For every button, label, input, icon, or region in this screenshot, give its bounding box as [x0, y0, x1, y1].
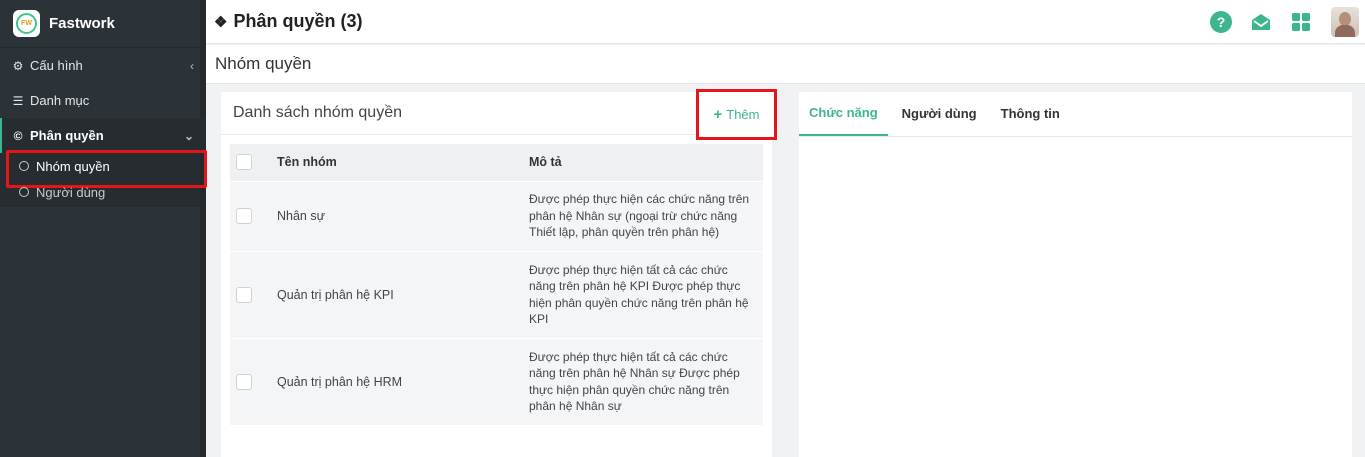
- four-diamonds-icon: ❖: [214, 13, 228, 31]
- group-description: Được phép thực hiện tất cả các chức năng…: [529, 337, 763, 425]
- row-checkbox[interactable]: [236, 286, 252, 303]
- brand[interactable]: FW Fastwork: [0, 0, 206, 48]
- group-list-title: Danh sách nhóm quyền: [233, 104, 402, 121]
- sidebar-subitem-label: Người dùng: [36, 184, 106, 200]
- sidebar-item-danh-muc[interactable]: ☰ Danh mục: [0, 83, 206, 118]
- sidebar-item-label: Danh mục: [30, 93, 90, 108]
- table-row[interactable]: Nhân sự Được phép thực hiện các chức năn…: [230, 180, 763, 251]
- fastwork-logo-icon: FW: [13, 10, 40, 37]
- sidebar-subitem-nhom-quyen[interactable]: Nhóm quyền: [0, 150, 207, 188]
- envelope-open-icon[interactable]: [1250, 11, 1272, 33]
- help-glyph: ?: [1216, 14, 1226, 30]
- row-checkbox-cell: [230, 180, 277, 251]
- sidebar-item-label: Phân quyền: [30, 128, 104, 143]
- tab-chuc-nang[interactable]: Chức năng: [799, 91, 888, 136]
- sidebar-item-phan-quyen[interactable]: © Phân quyền ⌄: [0, 118, 206, 153]
- section-title: Nhóm quyền: [206, 45, 1365, 84]
- copyright-icon: ©: [13, 128, 23, 143]
- circle-icon: [19, 161, 29, 171]
- group-list-panel: Danh sách nhóm quyền + Thêm Tên nhóm Mô …: [221, 89, 777, 457]
- page-title: ❖ Phân quyền (3): [206, 11, 362, 32]
- avatar-body: [1335, 25, 1355, 37]
- list-icon: ☰: [12, 93, 24, 108]
- apps-grid-icon[interactable]: [1290, 11, 1312, 33]
- avatar[interactable]: [1331, 7, 1359, 37]
- sidebar-submenu: Nhóm quyền Người dùng: [0, 150, 207, 207]
- gear-icon: ⚙: [12, 58, 24, 73]
- group-table: Tên nhóm Mô tả Nhân sự Được phép thực hi…: [230, 144, 763, 425]
- detail-tabs: Chức năng Người dùng Thông tin: [799, 92, 1352, 137]
- row-checkbox[interactable]: [236, 373, 252, 390]
- sidebar-item-cau-hinh[interactable]: ⚙ Cấu hình ‹: [0, 48, 206, 83]
- group-name: Quản trị phân hệ HRM: [277, 337, 529, 425]
- group-detail-panel: Chức năng Người dùng Thông tin: [799, 92, 1352, 457]
- chevron-left-icon: ‹: [190, 58, 194, 73]
- group-name: Quản trị phân hệ KPI: [277, 250, 529, 338]
- select-all-checkbox[interactable]: [236, 154, 252, 171]
- sidebar: FW Fastwork ⚙ Cấu hình ‹ ☰ Danh mục © Ph…: [0, 0, 207, 457]
- chevron-down-icon: ⌄: [183, 128, 194, 143]
- table-row[interactable]: Quản trị phân hệ HRM Được phép thực hiện…: [230, 337, 763, 425]
- group-name: Nhân sự: [277, 180, 529, 251]
- add-group-button[interactable]: + Thêm: [696, 89, 777, 140]
- top-icons: ?: [1201, 7, 1359, 37]
- group-description: Được phép thực hiện các chức năng trên p…: [529, 180, 763, 251]
- logo-text: FW: [16, 13, 37, 34]
- brand-name: Fastwork: [49, 15, 115, 32]
- group-list-header: Danh sách nhóm quyền + Thêm: [221, 89, 777, 140]
- add-group-label: Thêm: [726, 107, 760, 122]
- sidebar-subitem-label: Nhóm quyền: [36, 158, 110, 174]
- page-title-text: Phân quyền (3): [233, 11, 363, 31]
- table-header-row: Tên nhóm Mô tả: [230, 144, 763, 181]
- avatar-head: [1339, 12, 1351, 26]
- row-checkbox[interactable]: [236, 208, 252, 224]
- sidebar-subitem-nguoi-dung[interactable]: Người dùng: [0, 179, 206, 205]
- circle-icon: [19, 187, 29, 197]
- plus-icon: +: [713, 106, 723, 123]
- row-checkbox-cell: [230, 337, 277, 425]
- section-title-text: Nhóm quyền: [215, 54, 312, 73]
- help-icon[interactable]: ?: [1210, 11, 1232, 33]
- select-all-cell: [230, 144, 277, 181]
- tab-nguoi-dung[interactable]: Người dùng: [892, 91, 987, 136]
- group-description: Được phép thực hiện tất cả các chức năng…: [529, 250, 763, 338]
- column-header-description[interactable]: Mô tả: [529, 144, 763, 181]
- sidebar-item-label: Cấu hình: [30, 58, 83, 73]
- column-header-name[interactable]: Tên nhóm: [277, 144, 529, 181]
- tab-thong-tin[interactable]: Thông tin: [991, 91, 1070, 136]
- table-row[interactable]: Quản trị phân hệ KPI Được phép thực hiện…: [230, 250, 763, 338]
- row-checkbox-cell: [230, 250, 277, 338]
- topbar: ❖ Phân quyền (3) ?: [206, 0, 1365, 44]
